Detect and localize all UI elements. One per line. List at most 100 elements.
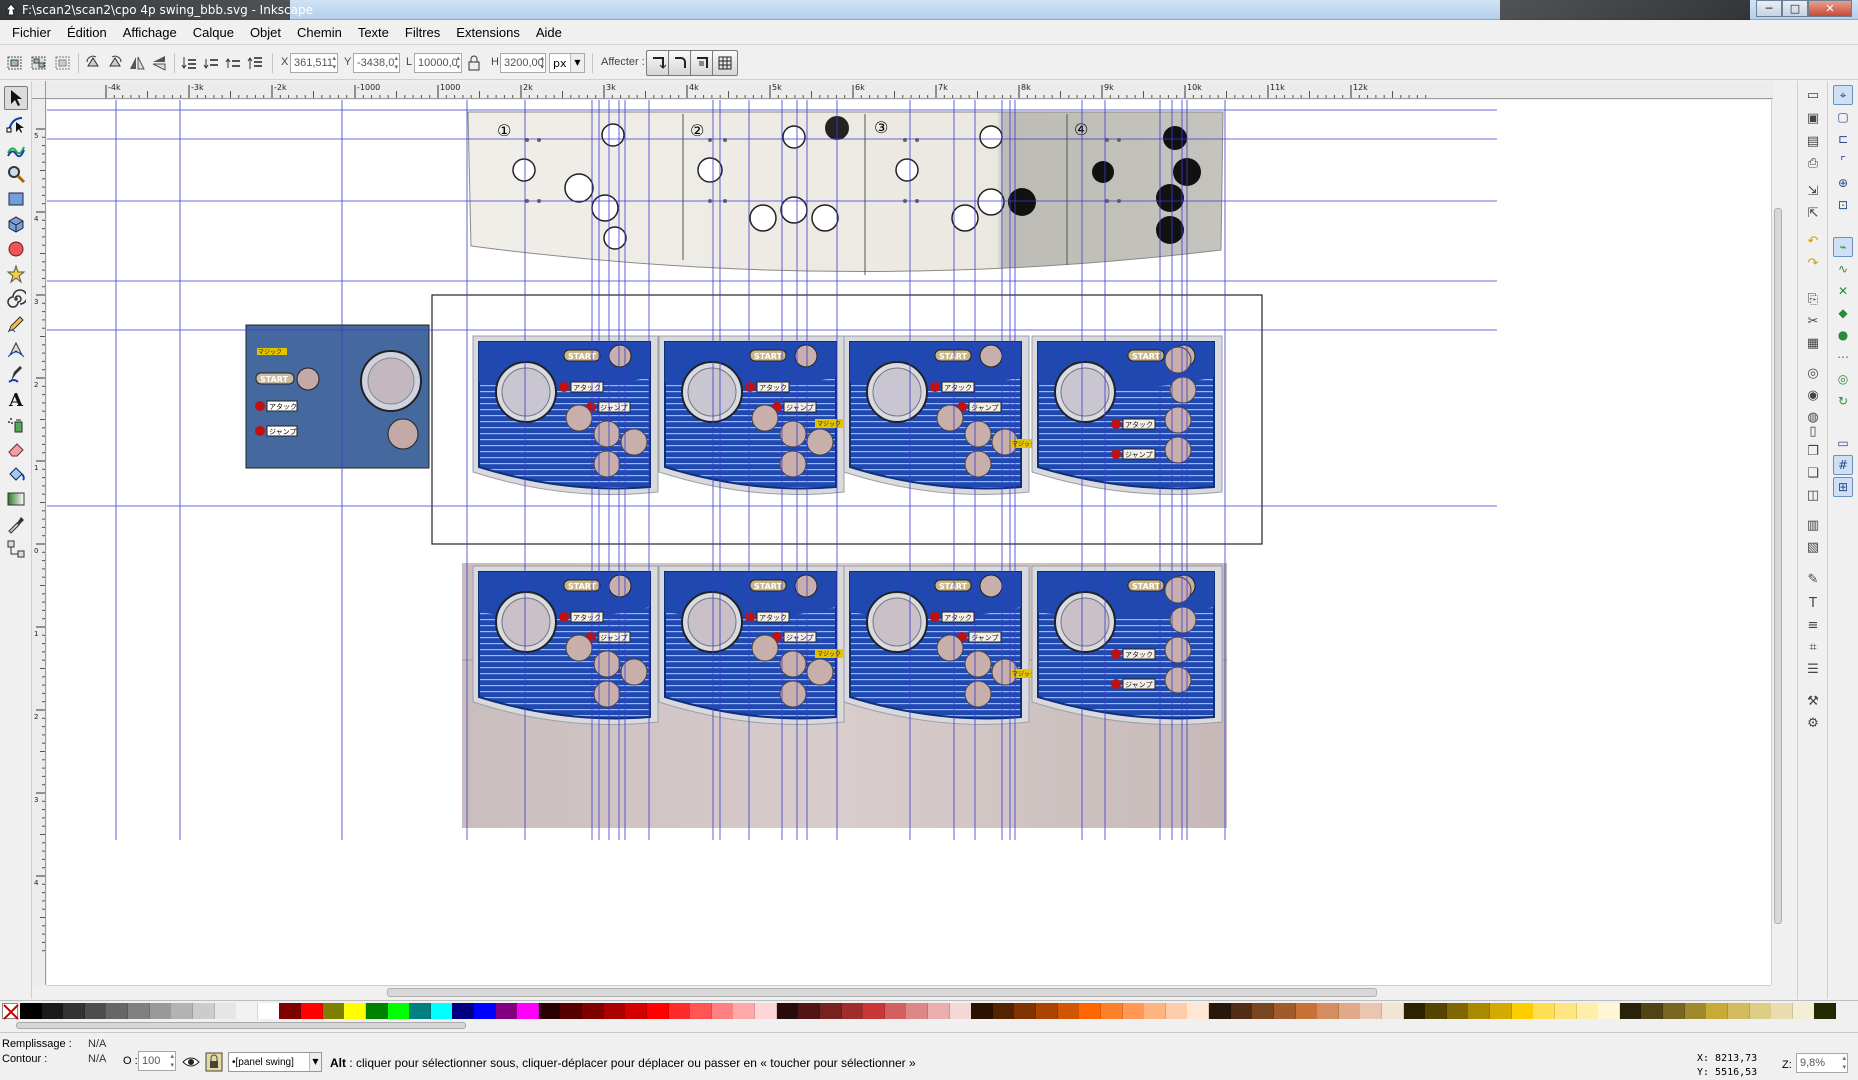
color-swatch[interactable] (257, 1003, 280, 1019)
pen-tool[interactable] (4, 337, 28, 361)
unlink-clone-icon[interactable]: ◫ (1803, 485, 1823, 505)
color-swatch[interactable] (755, 1003, 778, 1019)
paste-icon[interactable]: ▦ (1803, 333, 1823, 353)
ungroup-icon[interactable]: ▧ (1803, 537, 1823, 557)
color-swatch[interactable] (1382, 1003, 1404, 1019)
fill-stroke-icon[interactable]: ✎ (1803, 569, 1823, 589)
menu-fichier[interactable]: Fichier (4, 25, 59, 40)
color-swatch[interactable] (949, 1003, 972, 1019)
color-swatch[interactable] (1425, 1003, 1448, 1019)
ellipse-tool[interactable] (4, 237, 28, 261)
group-icon[interactable]: ▥ (1803, 515, 1823, 535)
xml-editor-icon[interactable]: ⌗ (1803, 637, 1823, 657)
color-swatch[interactable] (1576, 1003, 1599, 1019)
color-swatch[interactable] (1554, 1003, 1577, 1019)
text-tool[interactable]: A (4, 387, 28, 411)
color-swatch[interactable] (301, 1003, 324, 1019)
snap-rotation-center-icon[interactable]: ↻ (1833, 391, 1853, 411)
color-swatch[interactable] (1295, 1003, 1318, 1019)
color-swatch[interactable] (1100, 1003, 1123, 1019)
snap-page-border-icon[interactable]: ▭ (1833, 433, 1853, 453)
menu-edition[interactable]: Édition (59, 25, 115, 40)
snap-bbox-edge-icon[interactable]: ⊏ (1833, 129, 1853, 149)
color-swatch[interactable] (1706, 1003, 1729, 1019)
snap-bbox-icon[interactable]: ▢ (1833, 107, 1853, 127)
deselect-icon[interactable] (54, 54, 72, 72)
color-swatch[interactable] (1511, 1003, 1534, 1019)
color-swatch[interactable] (1684, 1003, 1707, 1019)
menu-chemin[interactable]: Chemin (289, 25, 350, 40)
zoom-drawing-icon[interactable]: ◉ (1803, 385, 1823, 405)
pencil-tool[interactable] (4, 312, 28, 336)
height-field[interactable]: 3200,00 (500, 53, 546, 73)
lock-icon[interactable] (465, 54, 483, 72)
node-tool[interactable] (4, 112, 28, 136)
color-swatch[interactable] (906, 1003, 929, 1019)
color-swatch[interactable] (603, 1003, 626, 1019)
redo-icon[interactable]: ↷ (1803, 253, 1823, 273)
gradient-tool[interactable] (4, 487, 28, 511)
color-swatch[interactable] (1641, 1003, 1664, 1019)
calligraphy-tool[interactable] (4, 362, 28, 386)
color-swatch[interactable] (776, 1003, 799, 1019)
select-all-icon[interactable] (6, 54, 24, 72)
selector-tool[interactable] (4, 86, 28, 110)
copy-icon[interactable]: ⎘ (1803, 289, 1823, 309)
color-swatch[interactable] (1252, 1003, 1275, 1019)
color-swatch[interactable] (992, 1003, 1015, 1019)
flip-horizontal-icon[interactable] (128, 54, 146, 72)
color-swatch[interactable] (474, 1003, 496, 1019)
select-all-layers-icon[interactable] (30, 54, 48, 72)
import-icon[interactable]: ⇲ (1803, 181, 1823, 201)
color-swatch[interactable] (711, 1003, 734, 1019)
duplicate-icon[interactable]: ❐ (1803, 441, 1823, 461)
color-swatch[interactable] (1360, 1003, 1383, 1019)
color-swatch[interactable] (646, 1003, 669, 1019)
raise-icon[interactable] (224, 54, 242, 72)
snap-grid-icon[interactable]: # (1833, 455, 1853, 475)
no-paint-swatch[interactable] (2, 1003, 19, 1020)
color-swatch[interactable] (1468, 1003, 1491, 1019)
zoom-tool[interactable] (4, 162, 28, 186)
color-swatch[interactable] (1749, 1003, 1772, 1019)
color-swatch[interactable] (928, 1003, 950, 1019)
x-field[interactable]: 361,511 (290, 53, 338, 73)
raise-to-top-icon[interactable] (246, 54, 264, 72)
color-swatch[interactable] (1209, 1003, 1232, 1019)
player-panel-3[interactable]: STARTアタックジャンプマジック (843, 565, 1038, 725)
print-icon[interactable]: ⎙ (1803, 153, 1823, 173)
color-swatch[interactable] (819, 1003, 842, 1019)
drawing-canvas[interactable]: ① ② ③ ④ マジック START アタック ジャンプ START アタック … (47, 100, 1771, 985)
ruler-top[interactable]: -4k -3k -2k -1000 1000 2k 3k 4k 5k 6k 7k 8k 9k 10k 11k… (46, 81, 1773, 99)
color-swatch[interactable] (517, 1003, 540, 1019)
color-swatch[interactable] (841, 1003, 864, 1019)
color-swatch[interactable] (1403, 1003, 1426, 1019)
snap-bbox-midpoint-icon[interactable]: ⊕ (1833, 173, 1853, 193)
color-swatch[interactable] (41, 1003, 64, 1019)
save-icon[interactable]: ▤ (1803, 131, 1823, 151)
color-swatch[interactable] (538, 1003, 561, 1019)
color-swatch[interactable] (625, 1003, 648, 1019)
player-panel-2[interactable]: START アタックジャンプマジック (658, 565, 845, 725)
color-swatch[interactable] (560, 1003, 583, 1019)
text-font-icon[interactable]: T (1803, 593, 1823, 613)
color-swatch[interactable] (1446, 1003, 1469, 1019)
eye-visibility-icon[interactable] (182, 1054, 200, 1070)
close-button[interactable]: ✕ (1808, 0, 1852, 17)
zoom-selection-icon[interactable]: ◎ (1803, 363, 1823, 383)
unit-select[interactable]: px ▼ (549, 53, 585, 73)
stroke-value[interactable]: N/A (88, 1053, 106, 1065)
affect-patterns-button[interactable] (712, 50, 738, 76)
lower-to-bottom-icon[interactable] (180, 54, 198, 72)
snap-bbox-corner-icon[interactable]: ⌜ (1833, 151, 1853, 171)
maximize-button[interactable]: □ (1782, 0, 1808, 17)
color-swatch[interactable] (884, 1003, 907, 1019)
spiral-tool[interactable] (4, 287, 28, 311)
color-swatch[interactable] (690, 1003, 713, 1019)
zoom-field[interactable]: 9,8% (1796, 1053, 1848, 1073)
color-swatch[interactable] (1144, 1003, 1167, 1019)
layers-icon[interactable]: ≡ (1803, 615, 1823, 635)
player-panel-2[interactable]: START アタックジャンプマジック (658, 335, 845, 495)
color-swatch[interactable] (149, 1003, 172, 1019)
lock-layer-icon[interactable] (205, 1052, 223, 1072)
